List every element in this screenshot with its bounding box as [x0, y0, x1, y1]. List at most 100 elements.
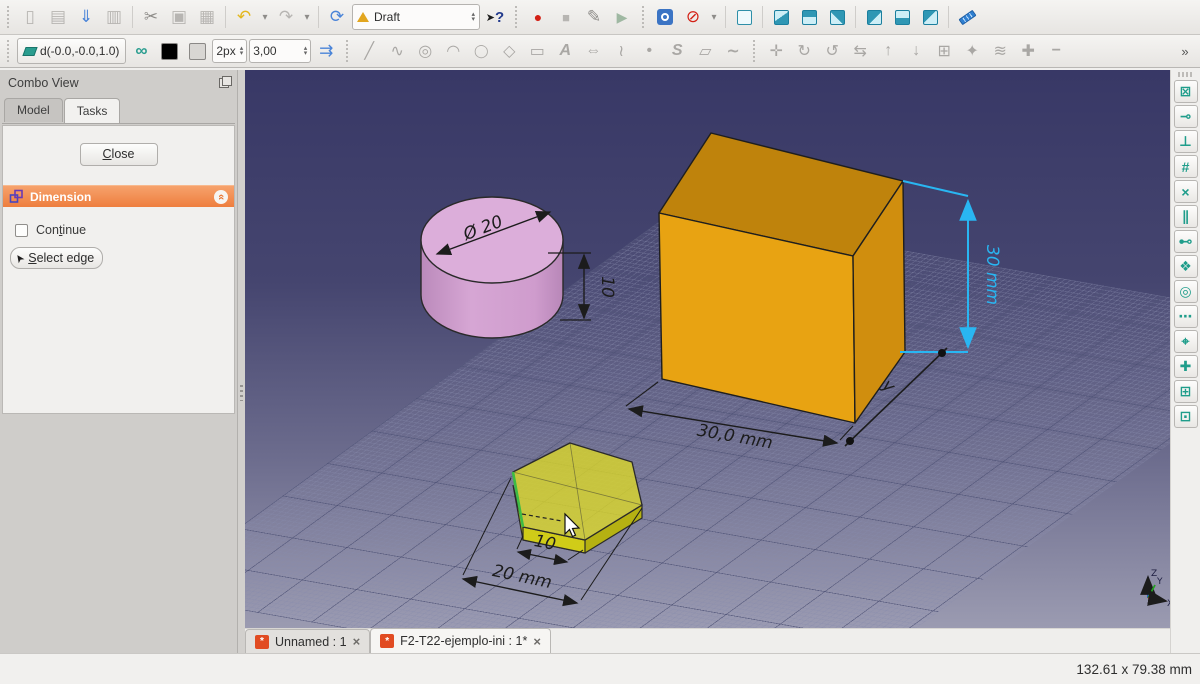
redo-dropdown-icon[interactable]: ▾ [301, 4, 313, 30]
draft-wire-icon[interactable]: ∿ [384, 38, 410, 64]
snap-perpendicular-icon[interactable]: ⊥ [1173, 130, 1198, 153]
draft-wiretools-icon[interactable]: ≋ [987, 38, 1013, 64]
view-top-icon[interactable] [796, 4, 822, 30]
continue-checkbox[interactable] [15, 223, 28, 237]
draft-ellipse-icon[interactable]: ◯ [468, 38, 494, 64]
tab-tasks[interactable]: Tasks [63, 98, 121, 123]
fit-all-icon[interactable] [652, 4, 678, 30]
snap-grid-icon[interactable]: # [1173, 155, 1198, 178]
snap-intersection-icon[interactable]: × [1173, 180, 1198, 203]
tab-model[interactable]: Model [4, 98, 63, 122]
macro-stop-icon[interactable]: ■ [553, 4, 579, 30]
view-front-icon[interactable] [768, 4, 794, 30]
draft-trim-icon[interactable]: ⇆ [847, 38, 873, 64]
working-plane-button[interactable]: d(-0.0,-0.0,1.0) [17, 38, 127, 64]
snap-midpoint-icon[interactable]: ⊷ [1173, 230, 1198, 253]
save-icon[interactable]: ⇓ [73, 4, 99, 30]
whats-this-icon[interactable]: ➤ ? [482, 4, 508, 30]
snap-lock-icon[interactable]: ⊠ [1173, 80, 1198, 103]
draw-style-dropdown-icon[interactable]: ▾ [708, 4, 720, 30]
view-right-icon[interactable] [824, 4, 850, 30]
snap-working-plane-icon[interactable]: ⊡ [1173, 405, 1198, 428]
apply-style-icon[interactable]: ⇉ [313, 38, 339, 64]
toolbar-grip[interactable] [5, 40, 12, 62]
macro-run-icon[interactable]: ▶ [609, 4, 635, 30]
draft-offset-icon[interactable]: ↺ [819, 38, 845, 64]
draft-circle-icon[interactable]: ◎ [412, 38, 438, 64]
undo-dropdown-icon[interactable]: ▾ [259, 4, 271, 30]
snap-center-icon[interactable]: ❖ [1173, 255, 1198, 278]
draft-arc-icon[interactable]: ◠ [440, 38, 466, 64]
collapse-task-icon[interactable]: « [214, 189, 228, 204]
refresh-icon[interactable]: ⟳ [324, 4, 350, 30]
font-size-arrows-icon[interactable]: ▴ ▾ [304, 45, 308, 57]
toolbar-grip[interactable] [640, 6, 647, 28]
dock-splitter[interactable] [238, 70, 245, 653]
draft-rectangle-icon[interactable]: ▭ [524, 38, 550, 64]
select-edge-button[interactable]: ➤ Select edge [10, 247, 104, 269]
snap-parallel-icon[interactable]: ∥ [1173, 205, 1198, 228]
toolbar-overflow-icon[interactable]: » [1172, 38, 1198, 64]
redo-icon[interactable]: ↷ [273, 4, 299, 30]
close-tab-icon[interactable]: × [353, 634, 361, 649]
draft-point-icon[interactable]: • [636, 38, 662, 64]
draft-bezier-icon[interactable]: ∼ [720, 38, 746, 64]
construction-mode-icon[interactable]: ∞ [128, 38, 154, 64]
snap-ortho-icon[interactable]: ✚ [1173, 355, 1198, 378]
view-rear-icon[interactable] [861, 4, 887, 30]
close-tab-icon[interactable]: × [533, 634, 541, 649]
3d-viewport[interactable]: Ø 20 10 30 mm y 30,0 mm 10 20 mm Z Y [245, 70, 1170, 628]
draft-shapestring-icon[interactable]: S [664, 38, 690, 64]
draft-delpoint-icon[interactable]: − [1043, 38, 1069, 64]
undo-icon[interactable]: ↶ [231, 4, 257, 30]
toolbar-grip[interactable] [751, 40, 759, 62]
line-width-arrows-icon[interactable]: ▴ ▾ [240, 45, 244, 57]
snap-concentric-icon[interactable]: ◎ [1173, 280, 1198, 303]
workbench-selector[interactable]: Draft ▴ ▾ [352, 4, 480, 30]
draft-move-icon[interactable]: ✛ [763, 38, 789, 64]
open-file-icon[interactable]: ▤ [45, 4, 71, 30]
draft-scale-icon[interactable]: ⊞ [931, 38, 957, 64]
toolbar-grip[interactable] [513, 6, 520, 28]
workbench-spin-icon[interactable]: ▴ ▾ [471, 11, 475, 23]
box-object[interactable] [658, 132, 906, 424]
toolbar-grip[interactable] [5, 6, 12, 28]
cut-icon[interactable]: ✂ [138, 4, 164, 30]
draft-addpoint-icon[interactable]: ✚ [1015, 38, 1041, 64]
dimension-task-header[interactable]: Dimension « [3, 185, 234, 207]
draft-line-icon[interactable]: ╱ [356, 38, 382, 64]
draft-downgrade-icon[interactable]: ↓ [903, 38, 929, 64]
print-icon[interactable]: ▥ [101, 4, 127, 30]
line-color-swatch[interactable] [156, 38, 182, 64]
document-tab-unnamed[interactable]: * Unnamed : 1 × [245, 629, 371, 653]
draft-upgrade-icon[interactable]: ↑ [875, 38, 901, 64]
measure-distance-icon[interactable] [954, 4, 980, 30]
new-file-icon[interactable]: ▯ [17, 4, 43, 30]
snap-near-icon[interactable]: ⌖ [1173, 330, 1198, 353]
view-bottom-icon[interactable] [889, 4, 915, 30]
draft-bspline-icon[interactable]: ≀ [608, 38, 634, 64]
snap-endpoint-icon[interactable]: ⊸ [1173, 105, 1198, 128]
face-color-swatch[interactable] [184, 38, 210, 64]
draw-style-icon[interactable]: ⊘ [680, 4, 706, 30]
paste-icon[interactable]: ▦ [194, 4, 220, 30]
document-tab-ejemplo[interactable]: * F2-T22-ejemplo-ini : 1* × [370, 628, 551, 653]
snap-toolbar-grip[interactable] [1177, 72, 1194, 77]
float-panel-icon[interactable] [219, 76, 232, 88]
close-button[interactable]: Close [79, 143, 158, 166]
snap-special-icon[interactable]: ⋯ [1173, 305, 1198, 328]
snap-extension-icon[interactable]: ⊞ [1173, 380, 1198, 403]
font-size-spinner[interactable]: 3,00 ▴ ▾ [249, 39, 312, 63]
copy-icon[interactable]: ▣ [166, 4, 192, 30]
macro-record-icon[interactable]: ● [525, 4, 551, 30]
draft-rotate-icon[interactable]: ↻ [791, 38, 817, 64]
draft-edit-icon[interactable]: ✦ [959, 38, 985, 64]
draft-facebinder-icon[interactable]: ▱ [692, 38, 718, 64]
line-width-spinner[interactable]: 2px ▴ ▾ [212, 39, 248, 63]
macro-edit-icon[interactable]: ✎ [581, 4, 607, 30]
draft-dimension-icon[interactable]: ⇔ [580, 38, 606, 64]
draft-text-icon[interactable]: A [552, 38, 578, 64]
view-axonometric-icon[interactable] [731, 4, 757, 30]
draft-polygon-icon[interactable]: ◇ [496, 38, 522, 64]
view-left-icon[interactable] [917, 4, 943, 30]
